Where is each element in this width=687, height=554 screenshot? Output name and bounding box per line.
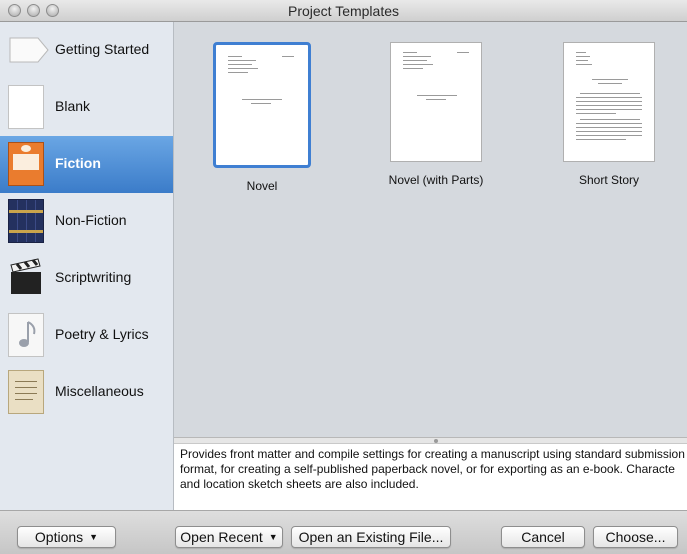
template-preview (213, 42, 311, 168)
template-label: Novel (246, 179, 278, 193)
template-grid: Novel Novel (with Parts) Short Story (174, 22, 687, 437)
books-icon (8, 199, 44, 243)
template-novel-with-parts[interactable]: Novel (with Parts) (381, 42, 491, 187)
options-button[interactable]: Options ▼ (17, 526, 116, 548)
open-recent-button-label: Open Recent (180, 529, 263, 545)
split-view-divider[interactable] (174, 437, 687, 444)
template-preview (563, 42, 655, 162)
options-button-label: Options (34, 529, 84, 545)
window-title: Project Templates (287, 3, 399, 19)
sidebar-item-blank[interactable]: Blank (0, 79, 173, 136)
sidebar-item-label: Non-Fiction (55, 212, 127, 228)
title-bar: Project Templates (0, 0, 687, 22)
choose-button[interactable]: Choose... (593, 526, 678, 548)
template-short-story[interactable]: Short Story (554, 42, 664, 187)
sidebar-item-label: Miscellaneous (55, 383, 144, 399)
divider-handle-icon (434, 439, 438, 443)
template-preview (390, 42, 482, 162)
dropdown-arrow-icon: ▼ (89, 532, 99, 542)
sidebar-item-non-fiction[interactable]: Non-Fiction (0, 193, 173, 250)
template-novel[interactable]: Novel (207, 42, 317, 193)
blank-page-icon (8, 85, 44, 129)
open-existing-file-button[interactable]: Open an Existing File... (291, 526, 451, 548)
category-sidebar: Getting Started Blank Fiction Non-Fictio… (0, 22, 174, 510)
sidebar-item-getting-started[interactable]: Getting Started (0, 22, 173, 79)
template-description: Provides front matter and compile settin… (174, 444, 687, 510)
description-line: format, for creating a self-published pa… (180, 462, 675, 476)
open-recent-button[interactable]: Open Recent ▼ (175, 526, 283, 548)
sidebar-item-label: Getting Started (55, 41, 150, 57)
template-label: Short Story (578, 173, 640, 187)
ornament-page-icon (8, 370, 44, 414)
dropdown-arrow-icon: ▼ (268, 532, 278, 542)
sidebar-item-label: Blank (55, 98, 91, 114)
sidebar-item-scriptwriting[interactable]: Scriptwriting (0, 250, 173, 307)
arrow-document-icon (8, 28, 49, 72)
sidebar-item-fiction[interactable]: Fiction (0, 136, 173, 193)
sidebar-item-label: Poetry & Lyrics (55, 326, 149, 342)
cancel-button[interactable]: Cancel (501, 526, 585, 548)
clapperboard-icon (8, 256, 44, 300)
sidebar-item-poetry-lyrics[interactable]: Poetry & Lyrics (0, 307, 173, 364)
sidebar-item-label: Fiction (55, 155, 101, 171)
description-line: and location sketch sheets are also incl… (180, 477, 419, 491)
music-note-page-icon (8, 313, 44, 357)
sidebar-item-miscellaneous[interactable]: Miscellaneous (0, 364, 173, 421)
description-line: Provides front matter and compile settin… (180, 447, 685, 461)
template-label: Novel (with Parts) (388, 173, 484, 187)
sidebar-item-label: Scriptwriting (55, 269, 132, 285)
bottom-bar: Options ▼ Open Recent ▼ Open an Existing F… (0, 510, 687, 554)
book-cover-icon (8, 142, 44, 186)
